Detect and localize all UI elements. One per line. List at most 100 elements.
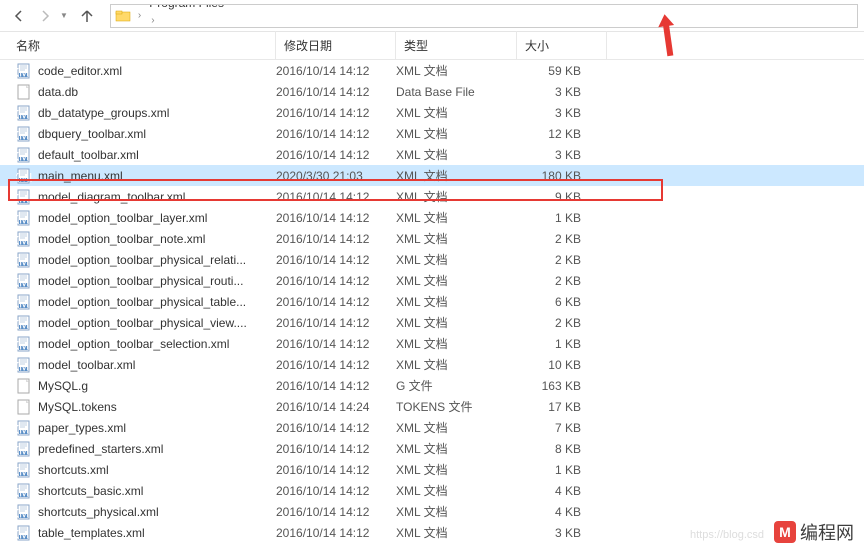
address-bar[interactable]: › 此电脑›本地磁盘 (C:)›Program Files›MySQL›MySQ… — [110, 4, 858, 28]
up-button[interactable] — [74, 3, 100, 29]
file-size: 3 KB — [517, 85, 589, 99]
file-size: 3 KB — [517, 526, 589, 540]
file-type: XML 文档 — [396, 482, 517, 499]
file-date: 2016/10/14 14:12 — [276, 64, 396, 78]
file-size: 6 KB — [517, 295, 589, 309]
file-icon: XML — [16, 126, 32, 142]
file-type: XML 文档 — [396, 167, 517, 184]
file-row[interactable]: MySQL.g2016/10/14 14:12G 文件163 KB — [0, 375, 864, 396]
file-type: XML 文档 — [396, 62, 517, 79]
file-type: XML 文档 — [396, 419, 517, 436]
column-headers: 名称 修改日期 类型 大小 — [0, 32, 864, 60]
forward-button[interactable] — [32, 3, 58, 29]
file-size: 2 KB — [517, 232, 589, 246]
header-size[interactable]: 大小 — [517, 31, 607, 60]
file-date: 2016/10/14 14:12 — [276, 190, 396, 204]
file-name: model_option_toolbar_physical_table... — [38, 295, 276, 309]
back-button[interactable] — [6, 3, 32, 29]
file-row[interactable]: XMLdefault_toolbar.xml2016/10/14 14:12XM… — [0, 144, 864, 165]
file-size: 3 KB — [517, 148, 589, 162]
file-row[interactable]: XMLshortcuts_basic.xml2016/10/14 14:12XM… — [0, 480, 864, 501]
file-date: 2016/10/14 14:12 — [276, 379, 396, 393]
file-icon: XML — [16, 105, 32, 121]
file-size: 9 KB — [517, 190, 589, 204]
file-row[interactable]: XMLmodel_option_toolbar_physical_view...… — [0, 312, 864, 333]
file-date: 2016/10/14 14:12 — [276, 526, 396, 540]
file-icon: XML — [16, 252, 32, 268]
file-name: data.db — [38, 85, 276, 99]
file-icon: XML — [16, 147, 32, 163]
history-dropdown[interactable]: ▼ — [58, 11, 70, 20]
file-row[interactable]: XMLpredefined_starters.xml2016/10/14 14:… — [0, 438, 864, 459]
watermark-text: 编程网 — [800, 519, 854, 545]
file-row[interactable]: XMLdb_datatype_groups.xml2016/10/14 14:1… — [0, 102, 864, 123]
file-name: table_templates.xml — [38, 526, 276, 540]
file-name: model_option_toolbar_note.xml — [38, 232, 276, 246]
file-row[interactable]: XMLmodel_option_toolbar_selection.xml201… — [0, 333, 864, 354]
file-row[interactable]: XMLshortcuts_physical.xml2016/10/14 14:1… — [0, 501, 864, 522]
file-row[interactable]: MySQL.tokens2016/10/14 14:24TOKENS 文件17 … — [0, 396, 864, 417]
file-size: 4 KB — [517, 484, 589, 498]
file-icon: XML — [16, 273, 32, 289]
file-list[interactable]: XMLcode_editor.xml2016/10/14 14:12XML 文档… — [0, 60, 864, 550]
file-row[interactable]: XMLmodel_option_toolbar_physical_relati.… — [0, 249, 864, 270]
file-icon: XML — [16, 336, 32, 352]
file-size: 59 KB — [517, 64, 589, 78]
file-row[interactable]: XML model_option_toolbar_note.xml2016/10/… — [0, 228, 864, 249]
file-row[interactable]: XMLshortcuts.xml2016/10/14 14:12XML 文档1 … — [0, 459, 864, 480]
file-name: model_option_toolbar_physical_view.... — [38, 316, 276, 330]
file-name: default_toolbar.xml — [38, 148, 276, 162]
file-date: 2016/10/14 14:12 — [276, 442, 396, 456]
file-row[interactable]: XMLmodel_diagram_toolbar.xml2016/10/14 1… — [0, 186, 864, 207]
watermark-url: https://blog.csd — [690, 529, 764, 541]
file-name: db_datatype_groups.xml — [38, 106, 276, 120]
header-type[interactable]: 类型 — [396, 31, 517, 60]
breadcrumb-item[interactable]: Program Files — [146, 4, 295, 12]
file-size: 2 KB — [517, 253, 589, 267]
file-row[interactable]: XMLmodel_option_toolbar_layer.xml2016/10… — [0, 207, 864, 228]
file-row[interactable]: XMLcode_editor.xml2016/10/14 14:12XML 文档… — [0, 60, 864, 81]
file-size: 4 KB — [517, 505, 589, 519]
file-row[interactable]: data.db2016/10/14 14:12Data Base File3 K… — [0, 81, 864, 102]
file-type: XML 文档 — [396, 146, 517, 163]
file-size: 8 KB — [517, 442, 589, 456]
file-date: 2016/10/14 14:12 — [276, 421, 396, 435]
header-date[interactable]: 修改日期 — [276, 31, 396, 60]
file-date: 2020/3/30 21:03 — [276, 169, 396, 183]
chevron-right-icon[interactable]: › — [133, 10, 146, 21]
file-date: 2016/10/14 14:24 — [276, 400, 396, 414]
file-date: 2016/10/14 14:12 — [276, 316, 396, 330]
file-icon: XML — [16, 462, 32, 478]
file-icon: XML — [16, 525, 32, 541]
breadcrumb-item[interactable]: MySQL — [146, 26, 295, 28]
file-date: 2016/10/14 14:12 — [276, 232, 396, 246]
file-date: 2016/10/14 14:12 — [276, 463, 396, 477]
file-type: TOKENS 文件 — [396, 398, 517, 415]
file-name: MySQL.g — [38, 379, 276, 393]
file-icon: XML — [16, 483, 32, 499]
chevron-right-icon[interactable]: › — [146, 15, 159, 26]
file-icon: XML — [16, 189, 32, 205]
file-icon: XML — [16, 231, 32, 247]
file-name: model_toolbar.xml — [38, 358, 276, 372]
file-name: model_option_toolbar_layer.xml — [38, 211, 276, 225]
file-date: 2016/10/14 14:12 — [276, 358, 396, 372]
file-type: XML 文档 — [396, 188, 517, 205]
file-row[interactable]: XML model_option_toolbar_physical_table..… — [0, 291, 864, 312]
file-type: XML 文档 — [396, 230, 517, 247]
file-type: XML 文档 — [396, 461, 517, 478]
file-row[interactable]: XMLmodel_option_toolbar_physical_routi..… — [0, 270, 864, 291]
file-icon: XML — [16, 294, 32, 310]
file-type: XML 文档 — [396, 314, 517, 331]
file-row[interactable]: XMLmodel_toolbar.xml2016/10/14 14:12XML … — [0, 354, 864, 375]
file-date: 2016/10/14 14:12 — [276, 211, 396, 225]
file-row[interactable]: XMLpaper_types.xml2016/10/14 14:12XML 文档… — [0, 417, 864, 438]
file-size: 2 KB — [517, 274, 589, 288]
file-name: dbquery_toolbar.xml — [38, 127, 276, 141]
file-type: G 文件 — [396, 377, 517, 394]
file-row[interactable]: XMLdbquery_toolbar.xml2016/10/14 14:12XM… — [0, 123, 864, 144]
header-name[interactable]: 名称 — [0, 31, 276, 60]
file-icon — [16, 378, 32, 394]
file-row[interactable]: XMLmain_menu.xml2020/3/30 21:03XML 文档180… — [0, 165, 864, 186]
navigation-toolbar: ▼ › 此电脑›本地磁盘 (C:)›Program Files›MySQL›My… — [0, 0, 864, 32]
